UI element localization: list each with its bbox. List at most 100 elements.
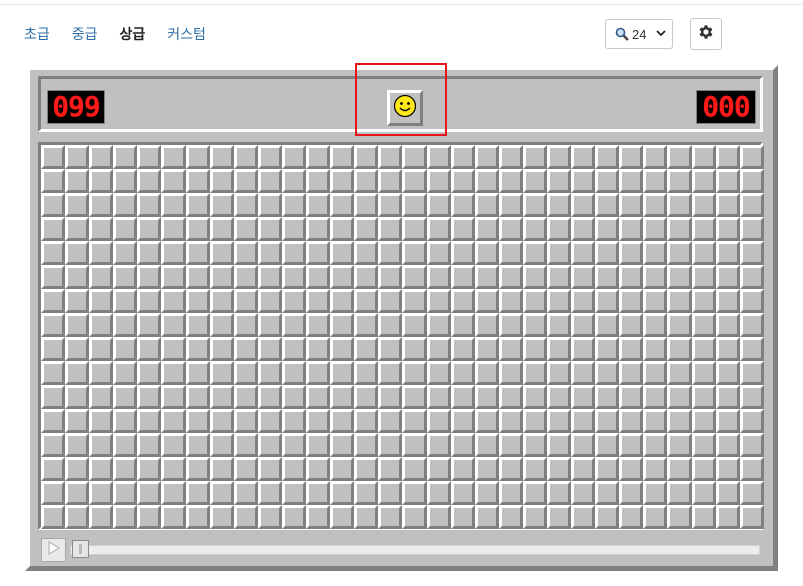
mine-cell[interactable] (257, 217, 282, 241)
mine-cell[interactable] (233, 433, 258, 457)
mine-cell[interactable] (354, 481, 379, 505)
mine-cell[interactable] (667, 409, 692, 433)
mine-cell[interactable] (522, 361, 547, 385)
mine-cell[interactable] (715, 217, 740, 241)
mine-cell[interactable] (474, 433, 499, 457)
mine-cell[interactable] (498, 457, 523, 481)
mine-cell[interactable] (378, 313, 403, 337)
mine-cell[interactable] (113, 289, 138, 313)
mine-cell[interactable] (450, 193, 475, 217)
mine-cell[interactable] (643, 361, 668, 385)
mine-cell[interactable] (257, 241, 282, 265)
mine-cell[interactable] (571, 337, 596, 361)
mine-cell[interactable] (595, 385, 620, 409)
mine-cell[interactable] (330, 337, 355, 361)
mine-cell[interactable] (450, 241, 475, 265)
mine-cell[interactable] (306, 457, 331, 481)
mine-cell[interactable] (667, 289, 692, 313)
mine-cell[interactable] (330, 361, 355, 385)
mine-cell[interactable] (41, 481, 66, 505)
mine-cell[interactable] (546, 385, 572, 409)
mine-cell[interactable] (354, 433, 379, 457)
mine-cell[interactable] (667, 505, 692, 529)
mine-cell[interactable] (571, 145, 596, 169)
mine-cell[interactable] (498, 289, 523, 313)
mine-cell[interactable] (65, 457, 90, 481)
mine-cell[interactable] (113, 145, 138, 169)
mine-cell[interactable] (571, 265, 596, 289)
mine-cell[interactable] (522, 505, 547, 529)
mine-cell[interactable] (209, 481, 234, 505)
mine-cell[interactable] (281, 313, 307, 337)
mine-cell[interactable] (209, 217, 234, 241)
mine-cell[interactable] (281, 361, 307, 385)
mine-cell[interactable] (137, 505, 162, 529)
mine-cell[interactable] (426, 145, 451, 169)
mine-cell[interactable] (571, 385, 596, 409)
mine-cell[interactable] (546, 289, 572, 313)
mine-cell[interactable] (426, 289, 451, 313)
mine-cell[interactable] (257, 265, 282, 289)
mine-cell[interactable] (739, 265, 764, 289)
mine-cell[interactable] (619, 217, 644, 241)
mine-cell[interactable] (281, 481, 307, 505)
mine-cell[interactable] (643, 481, 668, 505)
mine-cell[interactable] (643, 193, 668, 217)
mine-cell[interactable] (113, 361, 138, 385)
mine-cell[interactable] (89, 313, 114, 337)
mine-cell[interactable] (739, 313, 764, 337)
mine-cell[interactable] (89, 409, 114, 433)
mine-cell[interactable] (233, 169, 258, 193)
replay-play-button[interactable] (41, 538, 66, 562)
mine-cell[interactable] (715, 289, 740, 313)
mine-cell[interactable] (595, 457, 620, 481)
mine-cell[interactable] (378, 361, 403, 385)
mine-cell[interactable] (233, 265, 258, 289)
mine-cell[interactable] (257, 169, 282, 193)
mine-cell[interactable] (257, 505, 282, 529)
mine-cell[interactable] (233, 337, 258, 361)
mine-cell[interactable] (571, 313, 596, 337)
mine-cell[interactable] (619, 505, 644, 529)
mine-cell[interactable] (546, 481, 572, 505)
mine-cell[interactable] (354, 193, 379, 217)
mine-cell[interactable] (402, 409, 427, 433)
mine-cell[interactable] (378, 457, 403, 481)
mine-cell[interactable] (667, 337, 692, 361)
mine-cell[interactable] (691, 313, 716, 337)
mine-cell[interactable] (450, 289, 475, 313)
mine-cell[interactable] (571, 241, 596, 265)
mine-cell[interactable] (306, 265, 331, 289)
mine-cell[interactable] (739, 337, 764, 361)
mine-cell[interactable] (113, 505, 138, 529)
mine-cell[interactable] (402, 457, 427, 481)
mine-cell[interactable] (65, 505, 90, 529)
mine-cell[interactable] (281, 193, 307, 217)
mine-cell[interactable] (619, 145, 644, 169)
mine-cell[interactable] (330, 409, 355, 433)
mine-cell[interactable] (137, 265, 162, 289)
mine-cell[interactable] (667, 433, 692, 457)
mine-cell[interactable] (281, 505, 307, 529)
replay-slider-track[interactable] (70, 545, 760, 555)
mine-cell[interactable] (450, 457, 475, 481)
mine-cell[interactable] (185, 169, 210, 193)
mine-cell[interactable] (281, 337, 307, 361)
mine-cell[interactable] (185, 241, 210, 265)
mine-cell[interactable] (281, 217, 307, 241)
mine-cell[interactable] (113, 457, 138, 481)
mine-cell[interactable] (209, 289, 234, 313)
mine-cell[interactable] (546, 505, 572, 529)
mine-cell[interactable] (450, 433, 475, 457)
mine-cell[interactable] (161, 337, 186, 361)
mine-cell[interactable] (65, 361, 90, 385)
mine-cell[interactable] (426, 385, 451, 409)
mine-cell[interactable] (715, 265, 740, 289)
mine-cell[interactable] (546, 409, 572, 433)
mine-cell[interactable] (281, 457, 307, 481)
mine-cell[interactable] (306, 241, 331, 265)
mine-cell[interactable] (354, 265, 379, 289)
mine-cell[interactable] (306, 313, 331, 337)
mine-cell[interactable] (546, 241, 572, 265)
mine-cell[interactable] (474, 217, 499, 241)
